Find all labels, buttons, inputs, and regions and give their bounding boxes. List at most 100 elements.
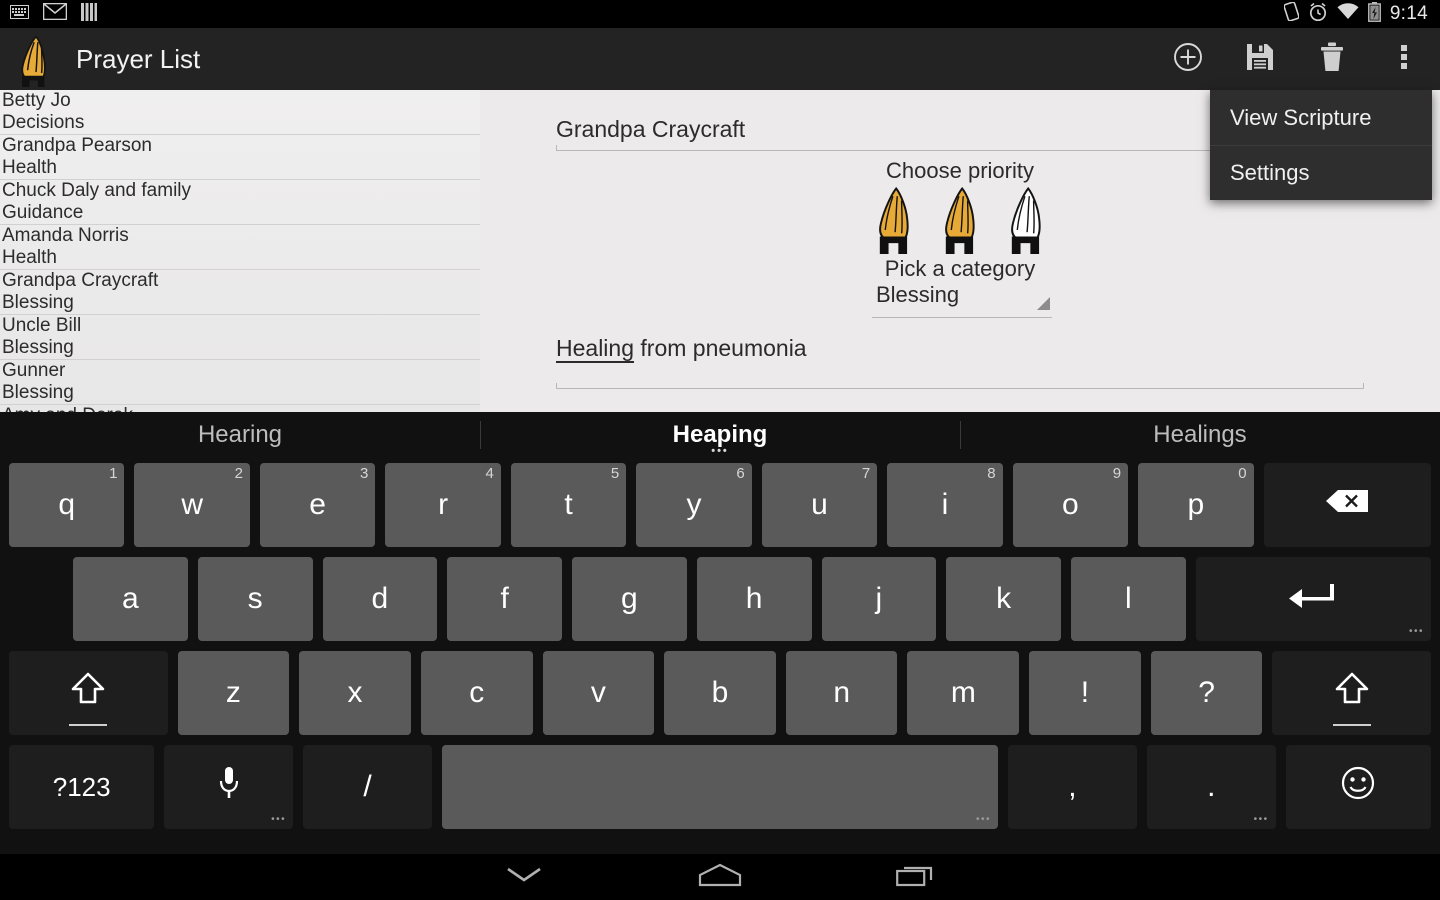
list-item[interactable]: Uncle Bill Blessing — [0, 315, 480, 360]
key-n[interactable]: n — [785, 651, 898, 735]
list-item[interactable]: Chuck Daly and family Guidance — [0, 180, 480, 225]
praying-hands-icon[interactable] — [995, 182, 1057, 259]
keyboard-row-3: z x c v b n m!? — [0, 646, 1440, 740]
key-number-hint: 5 — [610, 465, 620, 482]
key-u[interactable]: u7 — [761, 463, 878, 547]
menu-item-label: View Scripture — [1230, 104, 1372, 130]
key-number-hint: 8 — [987, 465, 996, 482]
key-w[interactable]: w2 — [134, 463, 250, 547]
praying-hands-icon[interactable] — [863, 182, 925, 259]
key-k[interactable]: k — [946, 557, 1061, 641]
category-spinner-underline — [872, 317, 1052, 318]
key-number-hint: 6 — [736, 465, 745, 482]
key-f[interactable]: f — [447, 557, 562, 641]
row-spacer — [4, 552, 68, 646]
keyboard-icon — [10, 4, 29, 24]
suggestion-1[interactable]: Hearing — [0, 412, 480, 458]
key-number-hint: 2 — [234, 465, 243, 482]
key-enter[interactable]: ••• — [1195, 557, 1431, 641]
key-label: f — [500, 582, 509, 615]
menu-item-view-scripture[interactable]: View Scripture — [1210, 90, 1432, 145]
overflow-button[interactable] — [1368, 28, 1440, 90]
list-item-name: Amanda Norris — [2, 225, 129, 246]
key-number-hint: 0 — [1238, 465, 1247, 482]
list-item[interactable]: Amy and Derek — [0, 405, 480, 412]
underline-tick-left — [556, 145, 557, 151]
recents-button[interactable] — [871, 854, 961, 900]
key-shift-left[interactable] — [9, 651, 168, 735]
key-s[interactable]: s — [197, 557, 313, 641]
hide-keyboard-button[interactable] — [479, 854, 569, 900]
key-z[interactable]: z — [177, 651, 290, 735]
sim-icon — [81, 2, 97, 26]
home-button[interactable] — [675, 854, 765, 900]
key-a[interactable]: a — [73, 557, 188, 641]
praying-hands-icon[interactable] — [929, 182, 991, 259]
key-label: v — [590, 676, 606, 709]
key-e[interactable]: e3 — [259, 463, 376, 547]
list-item-name: Uncle Bill — [2, 315, 82, 336]
save-button[interactable] — [1224, 28, 1296, 90]
category-spinner[interactable]: Blessing — [872, 282, 1052, 318]
key-v[interactable]: v — [542, 651, 655, 735]
list-item-name: Amy and Derek — [2, 405, 474, 412]
keyboard-row-2: a s d f g h j k l ••• — [0, 552, 1440, 646]
key-b[interactable]: b — [664, 651, 776, 735]
key-d[interactable]: d — [322, 557, 438, 641]
key-backspace[interactable] — [1263, 463, 1431, 547]
key-g[interactable]: g — [572, 557, 687, 641]
key-l[interactable]: l — [1071, 557, 1186, 641]
keyboard-row-4: ?123 ••• / •••,. ••• — [0, 740, 1440, 834]
key-symbols[interactable]: ?123 — [9, 745, 155, 829]
shift-underline — [69, 724, 108, 726]
list-item[interactable]: Gunner Blessing — [0, 360, 480, 405]
enter-icon — [1286, 580, 1340, 618]
key-p[interactable]: p0 — [1138, 463, 1254, 547]
floppy-disk-icon — [1246, 43, 1274, 76]
key-comma[interactable]: , — [1008, 745, 1137, 829]
key-h[interactable]: h — [696, 557, 812, 641]
key-y[interactable]: y6 — [636, 463, 752, 547]
add-button[interactable] — [1152, 28, 1224, 90]
key-label: w — [181, 488, 204, 521]
delete-button[interactable] — [1296, 28, 1368, 90]
list-item-name: Betty Jo — [2, 90, 71, 111]
description-input-underline — [556, 388, 1364, 389]
list-item[interactable]: Amanda Norris Health — [0, 225, 480, 270]
key-c[interactable]: c — [420, 651, 533, 735]
key-slash[interactable]: / — [303, 745, 432, 829]
key-x[interactable]: x — [299, 651, 411, 735]
navigation-bar — [0, 854, 1440, 900]
list-item[interactable]: Grandpa Pearson Health — [0, 135, 480, 180]
list-item[interactable]: Grandpa Craycraft Blessing — [0, 270, 480, 315]
list-item-category: Blessing — [2, 292, 74, 313]
key-shift-right[interactable] — [1272, 651, 1431, 735]
list-item-category: Decisions — [2, 112, 85, 133]
status-bar-left-icons — [0, 2, 97, 26]
key-m[interactable]: m — [907, 651, 1020, 735]
key-![interactable]: ! — [1029, 651, 1141, 735]
description-input[interactable]: Healing from pneumonia — [556, 335, 1364, 389]
key-i[interactable]: i8 — [887, 463, 1003, 547]
key-j[interactable]: j — [821, 557, 937, 641]
page-title: Prayer List — [76, 43, 201, 74]
key-emoji[interactable] — [1285, 745, 1432, 829]
key-t[interactable]: t5 — [510, 463, 627, 547]
prayer-list[interactable]: Betty Jo Decisions Grandpa Pearson Health Ch… — [0, 90, 480, 412]
key-label: p — [1187, 488, 1205, 521]
menu-item-settings[interactable]: Settings — [1210, 145, 1432, 200]
key-o[interactable]: o9 — [1012, 463, 1129, 547]
key-label: q — [58, 488, 76, 521]
key-label: ? — [1198, 676, 1215, 709]
more-vertical-icon — [1400, 42, 1408, 77]
list-item[interactable]: Betty Jo Decisions — [0, 90, 480, 135]
key-mic[interactable]: ••• — [164, 745, 294, 829]
key-?[interactable]: ? — [1150, 651, 1263, 735]
key-period[interactable]: . ••• — [1146, 745, 1276, 829]
key-label: . — [1207, 770, 1216, 803]
key-space[interactable]: ••• — [442, 745, 999, 829]
key-r[interactable]: r4 — [385, 463, 501, 547]
suggestion-2[interactable]: Heaping ••• — [480, 412, 960, 458]
suggestion-3[interactable]: Healings — [960, 412, 1440, 458]
key-q[interactable]: q1 — [9, 463, 125, 547]
